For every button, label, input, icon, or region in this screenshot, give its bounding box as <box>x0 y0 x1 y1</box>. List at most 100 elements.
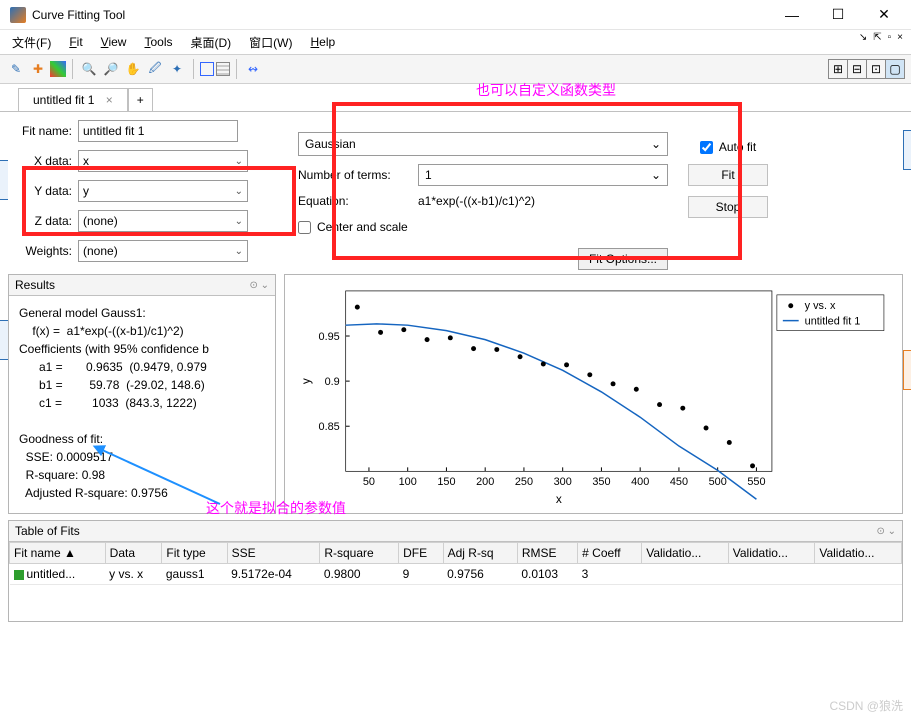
svg-text:0.9: 0.9 <box>325 376 340 388</box>
ydata-select[interactable]: y⌄ <box>78 180 248 202</box>
chevron-down-icon: ⌄ <box>651 137 661 151</box>
chevron-down-icon: ⌄ <box>235 246 243 257</box>
zoom-out-icon[interactable]: 🔎 <box>101 59 121 79</box>
nterms-label: Number of terms: <box>298 168 418 182</box>
chevron-down-icon: ⌄ <box>235 186 243 197</box>
tab-add[interactable]: + <box>128 88 153 111</box>
svg-text:400: 400 <box>631 476 649 488</box>
layout-2-icon[interactable]: ⊟ <box>847 59 867 79</box>
tab-close-icon[interactable]: × <box>106 93 113 107</box>
open-icon[interactable]: ✚ <box>28 59 48 79</box>
cell: 0.9756 <box>443 564 517 585</box>
dock-controls[interactable]: ↘⇱▫× <box>857 32 905 43</box>
center-scale-checkbox[interactable] <box>298 221 311 234</box>
pan-icon[interactable]: ✋ <box>123 59 143 79</box>
tof-title: Table of Fits <box>15 524 80 538</box>
data-cursor-icon[interactable]: 🖉 <box>145 59 165 79</box>
fit-button[interactable]: Fit <box>688 164 768 186</box>
results-text: General model Gauss1: f(x) = a1*exp(-((x… <box>9 296 275 510</box>
fitname-label: Fit name: <box>8 124 72 138</box>
column-header[interactable]: Validatio... <box>728 543 815 564</box>
svg-text:450: 450 <box>670 476 688 488</box>
stop-button[interactable]: Stop <box>688 196 768 218</box>
tab-active[interactable]: untitled fit 1 × <box>18 88 128 111</box>
svg-text:500: 500 <box>709 476 727 488</box>
app-icon <box>10 7 26 23</box>
column-header[interactable]: # Coeff <box>578 543 642 564</box>
annotation-top: 也可以自定义函数类型 <box>476 80 616 100</box>
fit-tabs: untitled fit 1 × + <box>0 84 911 112</box>
column-header[interactable]: Fit name ▲ <box>10 543 106 564</box>
column-header[interactable]: Fit type <box>162 543 227 564</box>
titlebar: Curve Fitting Tool — ☐ ✕ <box>0 0 911 30</box>
ydata-label: Y data: <box>8 184 72 198</box>
close-button[interactable]: ✕ <box>861 0 907 30</box>
panel-controls[interactable]: ⊙ ⌄ <box>876 526 896 537</box>
cell <box>815 564 902 585</box>
column-header[interactable]: DFE <box>399 543 444 564</box>
layout-4-icon[interactable]: ▢ <box>885 59 905 79</box>
weights-label: Weights: <box>8 244 72 258</box>
legend-icon[interactable] <box>200 62 214 76</box>
cell <box>728 564 815 585</box>
autofit-checkbox[interactable] <box>700 141 713 154</box>
model-select[interactable]: Gaussian ⌄ <box>298 132 668 156</box>
menu-help[interactable]: Help <box>305 33 342 51</box>
layout-1-icon[interactable]: ⊞ <box>828 59 848 79</box>
cell <box>642 564 729 585</box>
chevron-down-icon: ⌄ <box>235 156 243 167</box>
column-header[interactable]: Data <box>105 543 162 564</box>
column-header[interactable]: SSE <box>227 543 320 564</box>
zdata-value: (none) <box>83 214 118 228</box>
fit-options-button[interactable]: Fit Options... <box>578 248 668 270</box>
cell: y vs. x <box>105 564 162 585</box>
equation-label: Equation: <box>298 194 418 208</box>
column-header[interactable]: R-square <box>320 543 399 564</box>
menu-desktop[interactable]: 桌面(D) <box>185 32 238 53</box>
menu-tools[interactable]: Tools <box>138 33 178 51</box>
window-title: Curve Fitting Tool <box>32 8 769 22</box>
column-header[interactable]: Adj R-sq <box>443 543 517 564</box>
column-header[interactable]: RMSE <box>517 543 577 564</box>
xdata-value: x <box>83 154 89 168</box>
brush-icon[interactable]: ✦ <box>167 59 187 79</box>
model-value: Gaussian <box>305 137 356 151</box>
xdata-select[interactable]: x⌄ <box>78 150 248 172</box>
fitname-input[interactable] <box>78 120 238 142</box>
new-fit-icon[interactable]: ✎ <box>6 59 26 79</box>
column-header[interactable]: Validatio... <box>642 543 729 564</box>
cell: 9.5172e-04 <box>227 564 320 585</box>
menu-file[interactable]: 文件(F) <box>6 32 57 53</box>
layout-3-icon[interactable]: ⊡ <box>866 59 886 79</box>
grid-icon[interactable] <box>216 62 230 76</box>
panel-controls[interactable]: ⊙ ⌄ <box>249 280 269 291</box>
table-row[interactable]: untitled...y vs. xgauss19.5172e-040.9800… <box>10 564 902 585</box>
column-header[interactable]: Validatio... <box>815 543 902 564</box>
toolbar: ✎ ✚ 🔍 🔎 ✋ 🖉 ✦ ↭ ⊞ ⊟ ⊡ ▢ <box>0 54 911 84</box>
cell: 0.0103 <box>517 564 577 585</box>
zdata-select[interactable]: (none)⌄ <box>78 210 248 232</box>
plot-panel[interactable]: 0.850.90.9550100150200250300350400450500… <box>284 274 903 514</box>
palette-icon[interactable] <box>50 61 66 77</box>
tab-label: untitled fit 1 <box>33 93 94 107</box>
svg-text:0.85: 0.85 <box>319 421 340 433</box>
zoom-in-icon[interactable]: 🔍 <box>79 59 99 79</box>
autofit-label: Auto fit <box>719 140 756 154</box>
svg-text:250: 250 <box>515 476 533 488</box>
svg-text:300: 300 <box>554 476 572 488</box>
menu-fit[interactable]: Fit <box>63 33 88 51</box>
zdata-label: Z data: <box>8 214 72 228</box>
fits-table: Fit name ▲DataFit typeSSER-squareDFEAdj … <box>9 542 902 585</box>
residuals-icon[interactable]: ↭ <box>243 59 263 79</box>
table-of-fits-panel: Table of Fits ⊙ ⌄ Fit name ▲DataFit type… <box>8 520 903 622</box>
model-panel: Gaussian⌄ Number of terms: 1⌄ Equation: … <box>298 120 668 270</box>
menu-window[interactable]: 窗口(W) <box>243 32 298 53</box>
cell: untitled... <box>10 564 106 585</box>
menu-view[interactable]: View <box>95 33 133 51</box>
data-panel: Fit name: X data: x⌄ Y data: y⌄ Z data: … <box>8 120 248 270</box>
minimize-button[interactable]: — <box>769 0 815 30</box>
nterms-select[interactable]: 1⌄ <box>418 164 668 186</box>
maximize-button[interactable]: ☐ <box>815 0 861 30</box>
svg-text:untitled fit 1: untitled fit 1 <box>805 316 861 328</box>
weights-select[interactable]: (none)⌄ <box>78 240 248 262</box>
